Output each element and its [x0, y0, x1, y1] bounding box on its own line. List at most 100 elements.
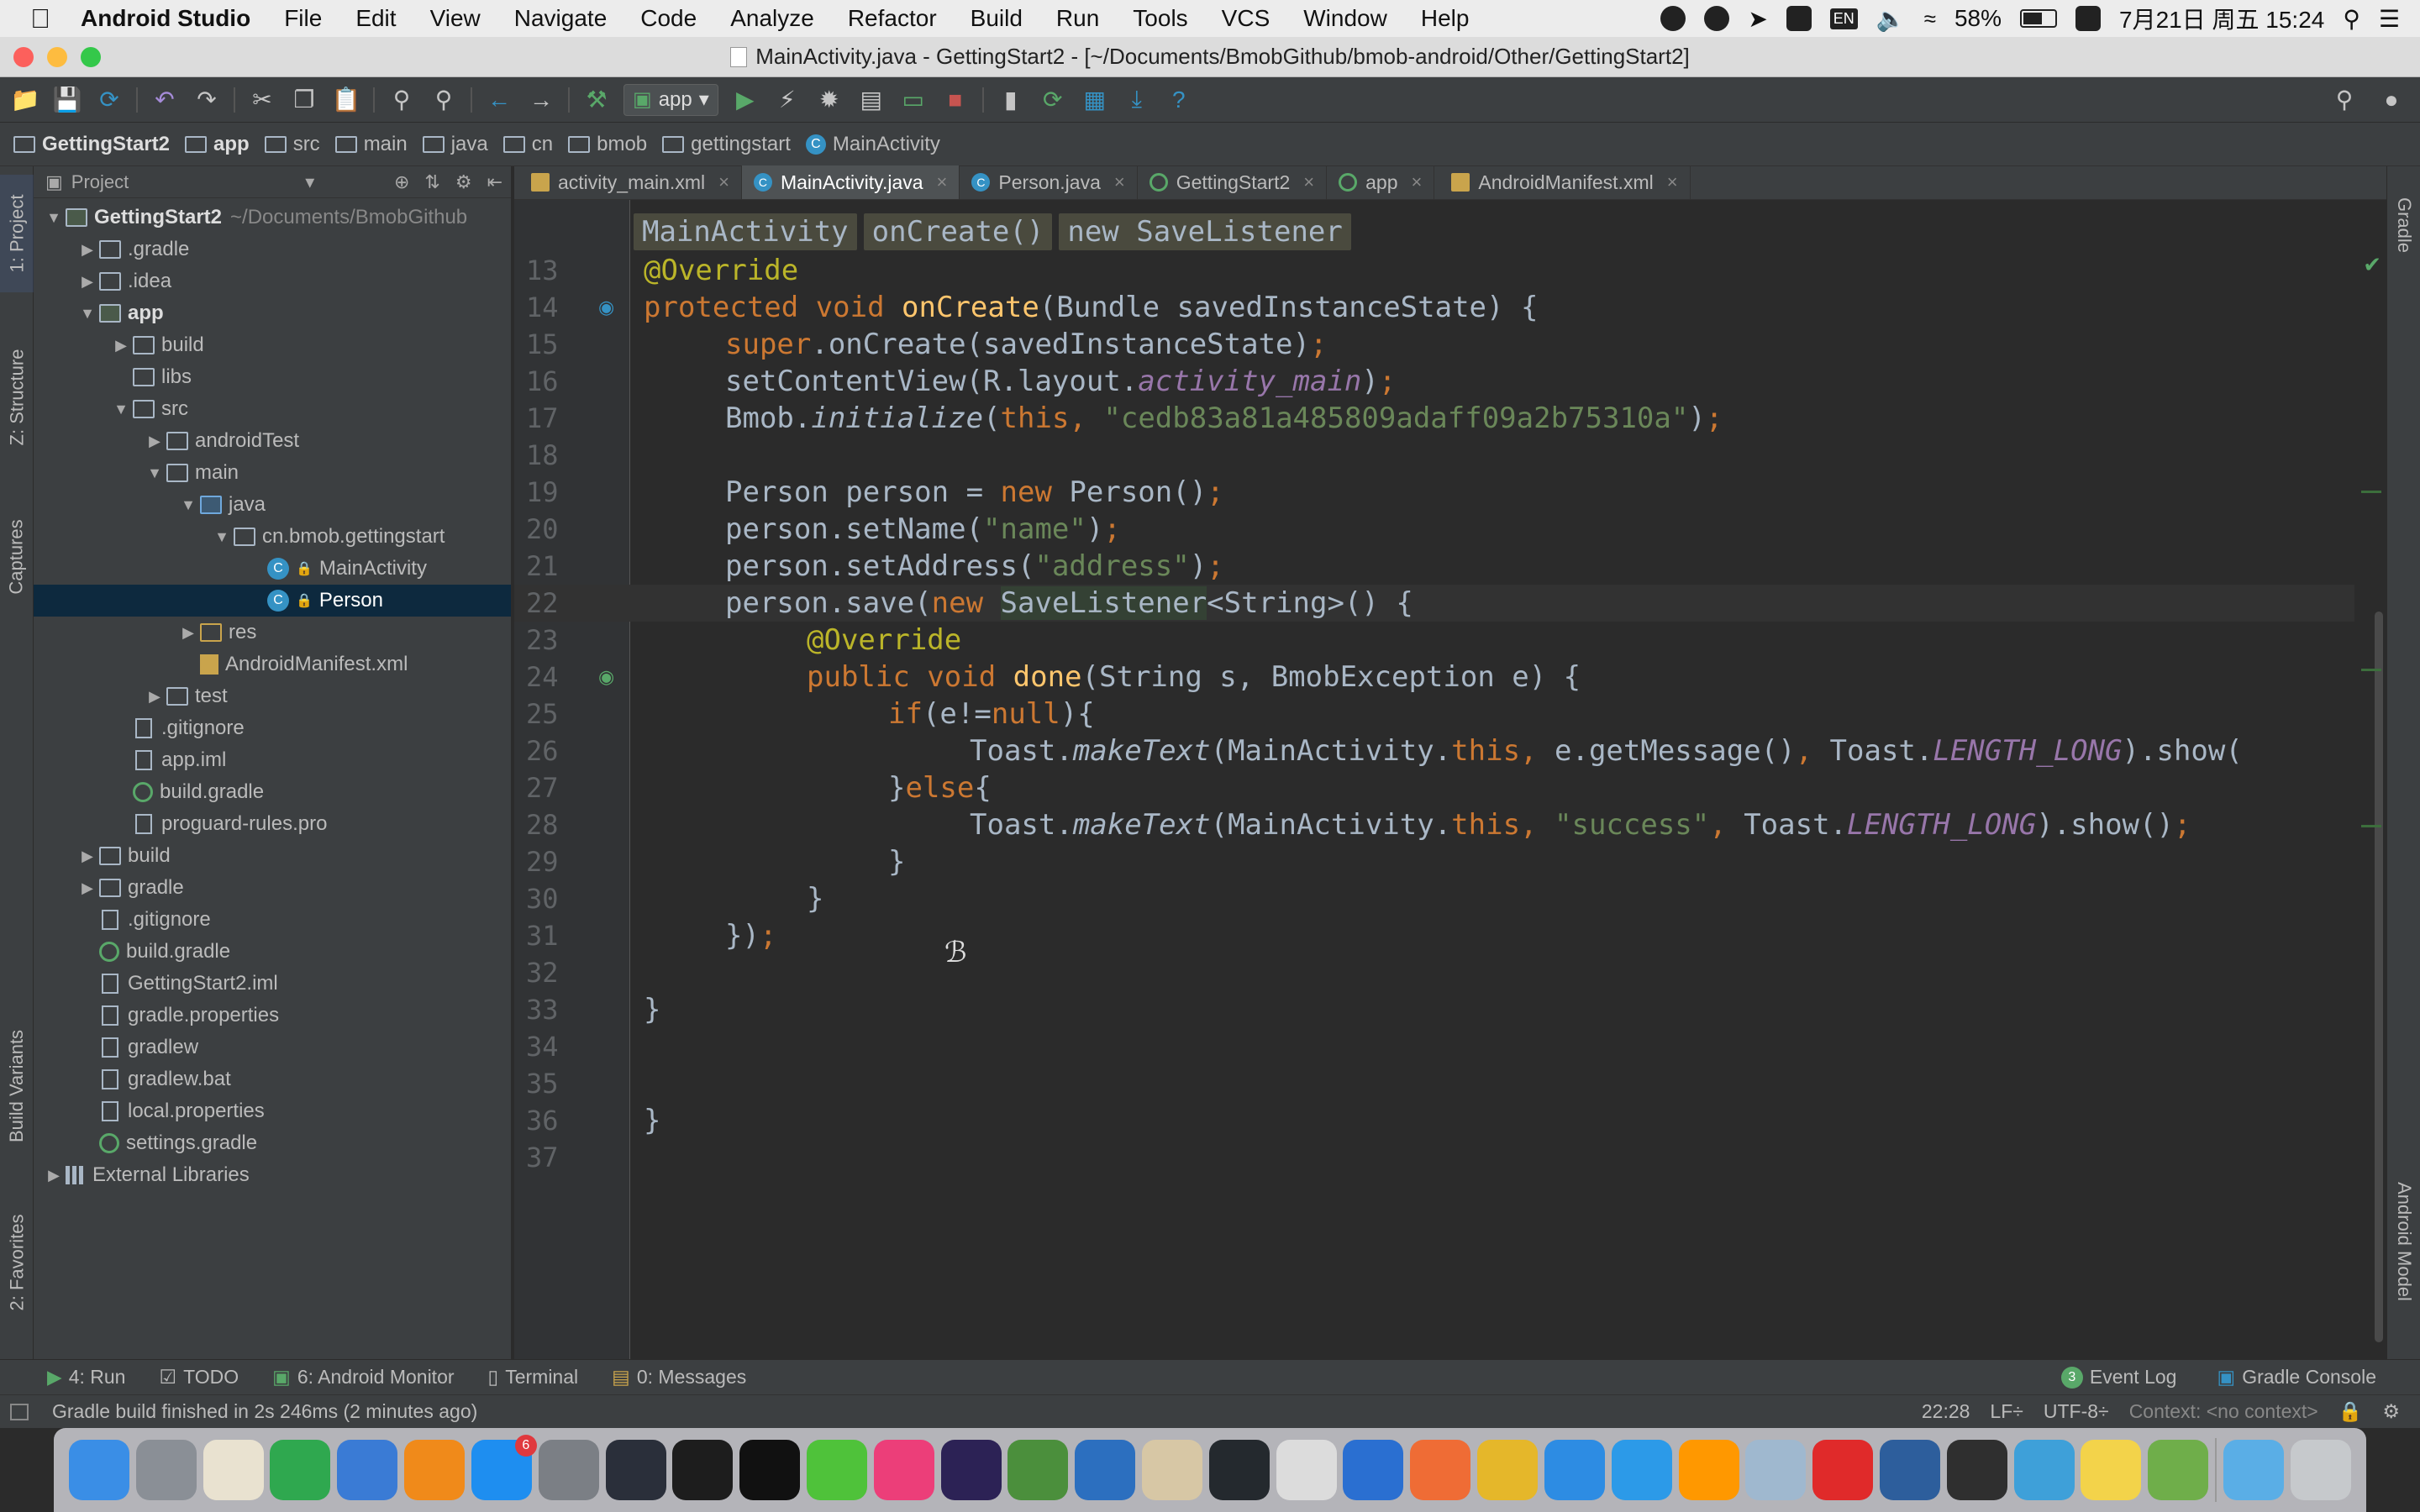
replace-icon[interactable]: ⚲	[429, 85, 459, 115]
tree-item[interactable]: ▶ gradle	[34, 872, 511, 904]
tool-tab-run[interactable]: ▶ 4: Run	[47, 1366, 125, 1389]
dock-downloads-icon[interactable]	[2223, 1440, 2284, 1500]
chevron-down-icon[interactable]: ▼	[143, 465, 166, 482]
breadcrumb-item[interactable]: cn	[502, 133, 568, 156]
send-tray-icon[interactable]: ➤	[1748, 5, 1767, 33]
open-folder-icon[interactable]: 📁	[10, 85, 40, 115]
find-icon[interactable]: ⚲	[387, 85, 417, 115]
dock-launchpad-icon[interactable]	[135, 1440, 197, 1500]
tree-item[interactable]: .gitignore	[34, 904, 511, 936]
project-view-select[interactable]: Project	[71, 171, 129, 193]
menu-help[interactable]: Help	[1404, 5, 1486, 32]
tree-item[interactable]: AndroidManifest.xml	[34, 648, 511, 680]
code-line[interactable]: 36}	[514, 1102, 2354, 1139]
code-editor[interactable]: MainActivity onCreate() new SaveListener 1…	[514, 200, 2386, 1359]
chevron-down-icon[interactable]: ▼	[109, 401, 133, 418]
dock-photos-icon[interactable]	[1745, 1440, 1807, 1500]
record-tray-icon[interactable]	[1704, 6, 1730, 31]
scroll-thumb[interactable]	[2375, 612, 2383, 1342]
tree-item[interactable]: proguard-rules.pro	[34, 808, 511, 840]
tool-tab-event-log[interactable]: 3 Event Log	[2060, 1366, 2176, 1389]
close-tab-icon[interactable]: ×	[937, 171, 948, 193]
code-line[interactable]: 13 @Override	[514, 252, 2354, 289]
tree-item[interactable]: libs	[34, 361, 511, 393]
sync-gradle-icon[interactable]: ⟳	[1038, 85, 1068, 115]
tool-tab-gradle-console[interactable]: ▣ Gradle Console	[2217, 1366, 2376, 1389]
redo-icon[interactable]: ↷	[192, 85, 222, 115]
tree-item[interactable]: gradlew.bat	[34, 1063, 511, 1095]
undo-icon[interactable]: ↶	[150, 85, 180, 115]
tree-item[interactable]: settings.gradle	[34, 1127, 511, 1159]
user-icon[interactable]: ●	[2376, 85, 2407, 115]
dock-postman-icon[interactable]	[1410, 1440, 1471, 1500]
scope-crumb[interactable]: MainActivity	[634, 213, 857, 250]
tree-item[interactable]: C 🔒 Person	[34, 585, 511, 617]
tree-item[interactable]: .gitignore	[34, 712, 511, 744]
code-line[interactable]: 35	[514, 1065, 2354, 1102]
code-line[interactable]: 19 Person person = new Person();	[514, 474, 2354, 511]
menu-code[interactable]: Code	[623, 5, 713, 32]
status-message[interactable]: Gradle build finished in 2s 246ms (2 min…	[52, 1400, 477, 1423]
back-icon[interactable]: ←	[484, 85, 514, 115]
tree-item[interactable]: build.gradle	[34, 936, 511, 968]
code-line[interactable]: 14 ◉ protected void onCreate(Bundle savedI…	[514, 289, 2354, 326]
lock-icon[interactable]: 🔒	[2338, 1400, 2363, 1423]
chevron-right-icon[interactable]: ▶	[76, 241, 99, 259]
menu-run[interactable]: Run	[1039, 5, 1116, 32]
dock-intellij-icon[interactable]	[873, 1440, 934, 1500]
attach-debugger-icon[interactable]: ▭	[898, 85, 929, 115]
menu-navigate[interactable]: Navigate	[497, 5, 624, 32]
help-icon[interactable]: ?	[1164, 85, 1194, 115]
dock-android-studio-icon[interactable]	[1007, 1440, 1069, 1500]
code-line[interactable]: 25 if(e!=null){	[514, 696, 2354, 732]
gear-icon[interactable]: ⚙	[455, 171, 472, 193]
menu-vcs[interactable]: VCS	[1205, 5, 1287, 32]
coverage-icon[interactable]: ▤	[856, 85, 886, 115]
breadcrumb-item[interactable]: GettingStart2	[13, 133, 185, 156]
input-method-indicator[interactable]: EN	[1829, 8, 1858, 29]
menu-tools[interactable]: Tools	[1116, 5, 1204, 32]
dock-github-icon[interactable]	[1208, 1440, 1270, 1500]
close-tab-icon[interactable]: ×	[1114, 171, 1125, 193]
dock-vase-icon[interactable]	[1276, 1440, 1337, 1500]
tree-item[interactable]: C 🔒 MainActivity	[34, 553, 511, 585]
breadcrumb-item[interactable]: bmob	[568, 133, 662, 156]
override-marker-icon[interactable]: ◉	[598, 297, 630, 318]
tree-item[interactable]: ▶ test	[34, 680, 511, 712]
chevron-down-icon[interactable]: ▼	[42, 209, 66, 227]
code-line[interactable]: 26 Toast.makeText(MainActivity.this, e.ge…	[514, 732, 2354, 769]
tree-item[interactable]: ▼ src	[34, 393, 511, 425]
dock-safari-icon[interactable]	[1544, 1440, 1605, 1500]
editor-tab[interactable]: AndroidManifest.xml ×	[1434, 165, 1691, 199]
clock[interactable]: 7月21日 周五 15:24	[2119, 2, 2324, 35]
code-line[interactable]: 33}	[514, 991, 2354, 1028]
menu-file[interactable]: File	[267, 5, 339, 32]
minimize-window-button[interactable]	[47, 47, 67, 67]
tool-tab-terminal[interactable]: ▯ Terminal	[488, 1366, 579, 1389]
menu-refactor[interactable]: Refactor	[831, 5, 954, 32]
close-tab-icon[interactable]: ×	[1303, 171, 1314, 193]
dock-ibooks-icon[interactable]	[404, 1440, 466, 1500]
tree-item[interactable]: ▶ androidTest	[34, 425, 511, 457]
stop-icon[interactable]: ■	[940, 85, 971, 115]
tool-tab-project[interactable]: 1: Project	[0, 175, 34, 292]
tool-tab-messages[interactable]: ▤ 0: Messages	[612, 1366, 746, 1389]
dock-stickies-icon[interactable]	[2081, 1440, 2142, 1500]
tree-item[interactable]: ▼ GettingStart2 ~/Documents/BmobGithub	[34, 202, 511, 234]
inspector-icon[interactable]: ⚙	[2382, 1400, 2400, 1423]
code-line[interactable]: 15 super.onCreate(savedInstanceState);	[514, 326, 2354, 363]
file-encoding[interactable]: UTF-8÷	[2044, 1400, 2109, 1423]
editor-tab[interactable]: C Person.java ×	[960, 165, 1138, 199]
chevron-down-icon[interactable]: ▼	[76, 305, 99, 323]
code-line[interactable]: 34	[514, 1028, 2354, 1065]
code-line[interactable]: 28 Toast.makeText(MainActivity.this, "suc…	[514, 806, 2354, 843]
battery-percent[interactable]: 58%	[1954, 5, 2002, 32]
dock-wechat-icon[interactable]	[806, 1440, 867, 1500]
code-line[interactable]: 18	[514, 437, 2354, 474]
apple-menu-icon[interactable]: 	[17, 3, 64, 34]
code-line[interactable]: 37	[514, 1139, 2354, 1176]
close-tab-icon[interactable]: ×	[718, 171, 729, 193]
tree-item[interactable]: ▶ .gradle	[34, 234, 511, 265]
menu-window[interactable]: Window	[1286, 5, 1404, 32]
dock-quicktime-icon[interactable]	[605, 1440, 666, 1500]
